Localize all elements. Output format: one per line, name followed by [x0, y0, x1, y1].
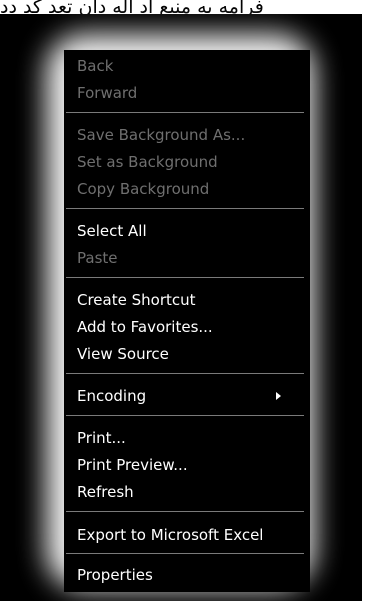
- menu-separator: [66, 415, 304, 416]
- menu-item-add-to-favorites[interactable]: Add to Favorites...: [77, 315, 213, 339]
- menu-item-set-as-background[interactable]: Set as Background: [77, 150, 218, 174]
- chevron-right-icon: [276, 392, 281, 400]
- menu-item-back[interactable]: Back: [77, 54, 113, 78]
- menu-separator: [66, 112, 304, 113]
- menu-separator: [66, 553, 304, 554]
- menu-separator: [66, 511, 304, 512]
- menu-separator: [66, 208, 304, 209]
- menu-item-paste[interactable]: Paste: [77, 246, 118, 270]
- menu-item-forward[interactable]: Forward: [77, 81, 137, 105]
- menu-item-refresh[interactable]: Refresh: [77, 480, 134, 504]
- menu-item-print-preview[interactable]: Print Preview...: [77, 453, 188, 477]
- menu-item-print[interactable]: Print...: [77, 426, 126, 450]
- menu-item-export-to-microsoft-excel[interactable]: Export to Microsoft Excel: [77, 523, 263, 547]
- menu-item-properties[interactable]: Properties: [77, 563, 153, 587]
- menu-separator: [66, 373, 304, 374]
- menu-item-encoding-label: Encoding: [77, 387, 147, 405]
- menu-item-view-source[interactable]: View Source: [77, 342, 169, 366]
- context-menu: Back Forward Save Background As... Set a…: [64, 50, 310, 592]
- menu-item-save-background-as[interactable]: Save Background As...: [77, 123, 245, 147]
- menu-item-create-shortcut[interactable]: Create Shortcut: [77, 288, 196, 312]
- menu-item-select-all[interactable]: Select All: [77, 219, 147, 243]
- menu-separator: [66, 277, 304, 278]
- menu-item-copy-background[interactable]: Copy Background: [77, 177, 209, 201]
- menu-item-encoding[interactable]: Encoding: [77, 384, 297, 408]
